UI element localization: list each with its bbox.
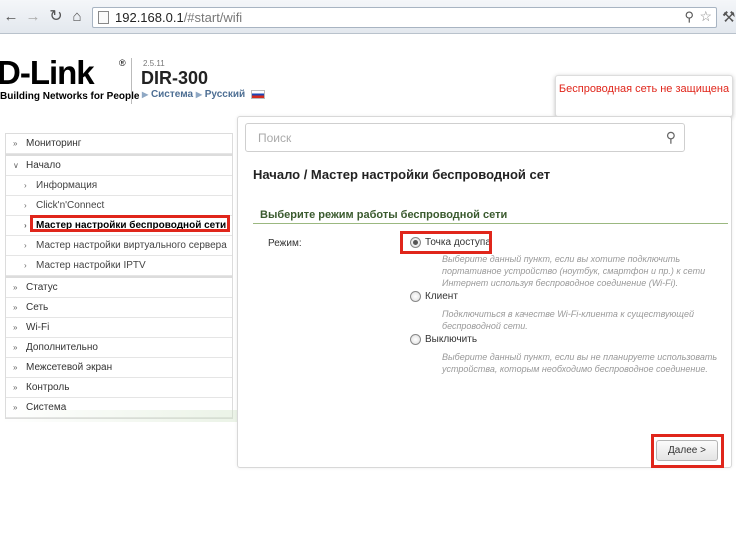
sidebar-group: » Статус » Сеть » Wi-Fi » Дополнительно » Меж… [5, 277, 233, 419]
option-desc-disable: Выберите данный пункт, если вы не планир… [442, 352, 718, 374]
browser-toolbar: ← → ↻ ⌂ 192.168.0.1/#start/wifi ⚲ ☆ ⚒ [0, 0, 736, 34]
url-text: 192.168.0.1/#start/wifi [115, 10, 243, 25]
sidebar-item-firewall[interactable]: » Межсетевой экран [6, 358, 232, 378]
decorative-stripe [0, 410, 237, 422]
chevron-right-icon: » [13, 363, 18, 372]
sidebar-item-iptv-wizard[interactable]: › Мастер настройки IPTV [6, 256, 232, 276]
chevron-right-icon: › [24, 221, 27, 230]
wrench-icon[interactable]: ⚒ [722, 8, 735, 26]
section-title: Выберите режим работы беспроводной сети [260, 209, 508, 221]
security-alert-bubble[interactable]: Беспроводная сеть не защищена [555, 75, 733, 117]
chevron-right-icon: › [24, 261, 27, 270]
option-label-client[interactable]: Клиент [425, 291, 458, 302]
chevron-right-icon: » [13, 343, 18, 352]
main-panel: Поиск ⚲ Начало / Мастер настройки беспро… [237, 116, 732, 468]
highlight-box [30, 215, 230, 232]
mode-label: Режим: [268, 238, 302, 249]
chevron-right-icon: » [13, 383, 18, 392]
reload-icon[interactable]: ↻ [47, 8, 65, 26]
registered-mark: ® [119, 58, 126, 68]
chevron-right-icon: » [13, 303, 18, 312]
sidebar-item-vserver-wizard[interactable]: › Мастер настройки виртуального сервера [6, 236, 232, 256]
sidebar-item-advanced[interactable]: » Дополнительно [6, 338, 232, 358]
option-label-disable[interactable]: Выключить [425, 334, 477, 345]
dlink-logo: D-Link [0, 54, 95, 91]
forward-arrow-icon[interactable]: → [24, 8, 42, 26]
sidebar-menu: » Мониторинг ∨ Начало › Информация › Click'n… [5, 133, 233, 419]
sidebar-item-info[interactable]: › Информация [6, 176, 232, 196]
home-icon[interactable]: ⌂ [68, 8, 86, 26]
sidebar-item-monitoring[interactable]: » Мониторинг [6, 134, 232, 154]
option-desc-client: Подключиться в качестве Wi-Fi-клиента к … [442, 309, 694, 331]
sidebar-item-control[interactable]: » Контроль [6, 378, 232, 398]
arrow-icon: ▶ [142, 90, 149, 99]
section-divider [253, 223, 728, 224]
sidebar-item-wifi[interactable]: » Wi-Fi [6, 318, 232, 338]
chevron-right-icon: › [24, 181, 27, 190]
header-links: ▶ Система ▶ Русский [142, 89, 265, 100]
chevron-right-icon: » [13, 323, 18, 332]
device-model: DIR-300 [141, 68, 209, 88]
highlight-box [400, 231, 492, 254]
language-link[interactable]: Русский [205, 89, 245, 100]
chevron-right-icon: › [24, 241, 27, 250]
sidebar-group: » Мониторинг [5, 133, 233, 155]
search-icon[interactable]: ⚲ [666, 129, 676, 146]
back-arrow-icon[interactable]: ← [2, 8, 20, 26]
firmware-version: 2.5.11 [143, 59, 165, 68]
page-title: Начало / Мастер настройки беспроводной с… [253, 167, 551, 182]
star-icon[interactable]: ☆ [699, 8, 712, 25]
next-button[interactable]: Далее > [656, 440, 718, 461]
sidebar-item-start[interactable]: ∨ Начало [6, 156, 232, 176]
option-desc-access-point: Выберите данный пункт, если вы хотите по… [442, 254, 706, 288]
chevron-right-icon: » [13, 283, 18, 292]
sidebar-item-status[interactable]: » Статус [6, 278, 232, 298]
system-link[interactable]: Система [151, 89, 193, 100]
search-placeholder: Поиск [258, 131, 292, 145]
page-icon [98, 11, 109, 24]
chevron-right-icon: » [13, 139, 18, 148]
radio-disable[interactable] [410, 334, 421, 345]
chevron-down-icon: ∨ [13, 161, 19, 170]
sidebar-item-clickconnect[interactable]: › Click'n'Connect [6, 196, 232, 216]
sidebar-item-network[interactable]: » Сеть [6, 298, 232, 318]
russian-flag-icon [250, 89, 265, 99]
address-bar[interactable]: 192.168.0.1/#start/wifi ⚲ ☆ [92, 7, 717, 28]
logo-tagline: Building Networks for People [0, 91, 140, 102]
search-input[interactable]: Поиск ⚲ [245, 123, 685, 152]
radio-client[interactable] [410, 291, 421, 302]
header-divider [131, 58, 132, 104]
chevron-right-icon: › [24, 201, 27, 210]
arrow-icon: ▶ [195, 90, 202, 99]
key-icon[interactable]: ⚲ [684, 9, 694, 25]
